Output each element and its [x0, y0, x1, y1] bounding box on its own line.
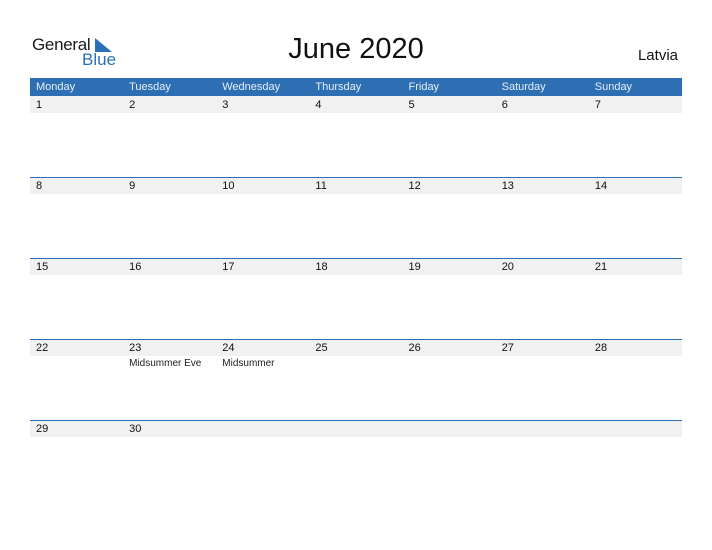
week-row: 29 30 [30, 420, 682, 501]
day-cell: 11 [309, 177, 402, 258]
calendar-title: June 2020 [288, 33, 424, 65]
day-cell: 9 [123, 177, 216, 258]
day-number: 4 [315, 99, 322, 111]
day-cell: 4 [309, 96, 402, 177]
day-number: 27 [501, 342, 514, 354]
day-cell: 16 [123, 258, 216, 339]
day-number: 9 [129, 180, 136, 192]
day-cell: 2 [123, 96, 216, 177]
day-cell: 3 [216, 96, 309, 177]
day-number: 20 [501, 261, 514, 273]
day-cell: 26 [403, 339, 496, 420]
day-cell: 28 [589, 339, 682, 420]
day-number: 19 [408, 261, 421, 273]
day-number: 10 [222, 180, 235, 192]
day-number: 7 [594, 99, 601, 111]
day-cell [216, 420, 309, 501]
day-cell: 5 [403, 96, 496, 177]
day-cell: 17 [216, 258, 309, 339]
day-number: 11 [315, 180, 327, 192]
day-cell: 12 [403, 177, 496, 258]
week-row: 8 9 10 11 12 13 14 [30, 177, 682, 258]
day-number: 28 [594, 342, 608, 354]
day-number: 26 [408, 342, 421, 354]
day-cell: 23 Midsummer Eve [123, 339, 216, 420]
day-cell: 20 [496, 258, 589, 339]
day-cell: 30 [123, 420, 216, 501]
day-number: 29 [36, 423, 49, 435]
day-cell: 19 [403, 258, 496, 339]
day-cell: 24 Midsummer [216, 339, 309, 420]
day-number: 15 [36, 261, 49, 273]
day-cell: 7 [589, 96, 682, 177]
day-number: 2 [129, 99, 136, 111]
weekday-wednesday: Wednesday [222, 81, 281, 93]
day-number: 12 [408, 180, 421, 192]
day-cell [309, 420, 402, 501]
day-cell: 27 [496, 339, 589, 420]
day-cell: 18 [309, 258, 402, 339]
day-number: 16 [129, 261, 142, 273]
day-cell: 14 [589, 177, 682, 258]
week-row: 1 2 3 4 5 6 7 [30, 96, 682, 177]
day-number: 1 [36, 99, 43, 111]
day-number: 8 [36, 180, 43, 192]
day-cell: 1 [30, 96, 123, 177]
day-number: 24 [222, 342, 235, 354]
weekday-saturday: Saturday [501, 81, 546, 93]
day-cell [589, 420, 682, 501]
day-number: 5 [408, 99, 415, 111]
day-cell: 13 [496, 177, 589, 258]
day-cell: 6 [496, 96, 589, 177]
day-cell: 8 [30, 177, 123, 258]
weekday-tuesday: Tuesday [129, 81, 171, 93]
day-number: 23 [129, 342, 142, 354]
holiday-label: Midsummer Eve [129, 358, 202, 369]
day-number: 3 [222, 99, 229, 111]
holiday-label: Midsummer [222, 358, 275, 369]
day-number: 22 [36, 342, 49, 354]
day-number: 25 [315, 342, 328, 354]
day-cell: 10 [216, 177, 309, 258]
day-number: 21 [594, 261, 608, 273]
day-cell: 21 [589, 258, 682, 339]
day-cell: 22 [30, 339, 123, 420]
day-cell [496, 420, 589, 501]
day-number: 18 [315, 261, 328, 273]
week-row: 15 16 17 18 19 20 21 [30, 258, 682, 339]
day-number: 30 [129, 423, 142, 435]
weekday-sunday: Sunday [594, 81, 633, 93]
day-cell [403, 420, 496, 501]
day-cell: 15 [30, 258, 123, 339]
day-number: 13 [501, 180, 514, 192]
day-number: 17 [222, 261, 235, 273]
day-cell: 29 [30, 420, 123, 501]
weekday-monday: Monday [36, 81, 76, 93]
weekday-thursday: Thursday [315, 81, 362, 93]
weekday-header: Monday Tuesday Wednesday Thursday Friday… [30, 78, 682, 96]
day-number: 6 [501, 99, 508, 111]
week-row: 22 23 Midsummer Eve 24 Midsummer 25 26 27 28 [30, 339, 682, 420]
day-number: 14 [594, 180, 608, 192]
weekday-friday: Friday [408, 81, 440, 93]
country-label: Latvia [637, 47, 678, 64]
day-cell: 25 [309, 339, 402, 420]
